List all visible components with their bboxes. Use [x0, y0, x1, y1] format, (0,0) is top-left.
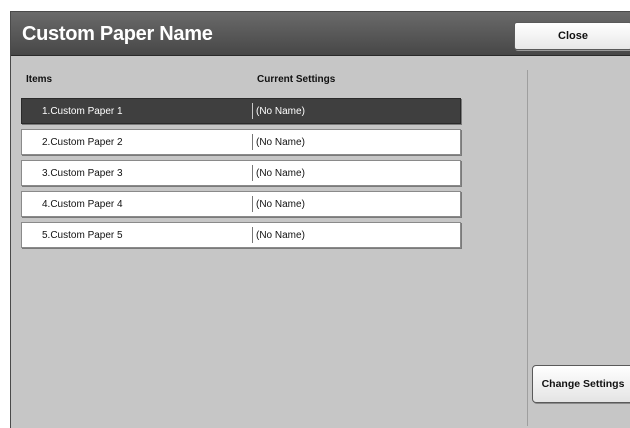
- list-item-value: (No Name): [256, 199, 305, 210]
- vertical-divider: [527, 70, 528, 426]
- list-item[interactable]: 1.Custom Paper 1 (No Name): [21, 98, 461, 124]
- close-button[interactable]: Close: [514, 22, 630, 50]
- custom-paper-name-panel: Custom Paper Name Close Items Current Se…: [10, 11, 630, 428]
- column-divider: [252, 134, 253, 150]
- list-item-value: (No Name): [256, 168, 305, 179]
- list-item[interactable]: 2.Custom Paper 2 (No Name): [21, 129, 461, 155]
- list-item-label: 2.Custom Paper 2: [42, 137, 123, 148]
- list-item[interactable]: 4.Custom Paper 4 (No Name): [21, 191, 461, 217]
- current-settings-column-header: Current Settings: [257, 74, 336, 85]
- column-divider: [252, 227, 253, 243]
- list-item-value: (No Name): [256, 106, 305, 117]
- column-divider: [252, 103, 253, 119]
- change-settings-button[interactable]: Change Settings: [532, 365, 630, 403]
- list-item-value: (No Name): [256, 230, 305, 241]
- page-title: Custom Paper Name: [22, 23, 213, 45]
- list-item-value: (No Name): [256, 137, 305, 148]
- column-divider: [252, 165, 253, 181]
- list-item-label: 1.Custom Paper 1: [42, 106, 123, 117]
- list-item-label: 4.Custom Paper 4: [42, 199, 123, 210]
- list-item-label: 5.Custom Paper 5: [42, 230, 123, 241]
- list-item[interactable]: 3.Custom Paper 3 (No Name): [21, 160, 461, 186]
- column-divider: [252, 196, 253, 212]
- list-item[interactable]: 5.Custom Paper 5 (No Name): [21, 222, 461, 248]
- items-column-header: Items: [26, 74, 53, 85]
- list-item-label: 3.Custom Paper 3: [42, 168, 123, 179]
